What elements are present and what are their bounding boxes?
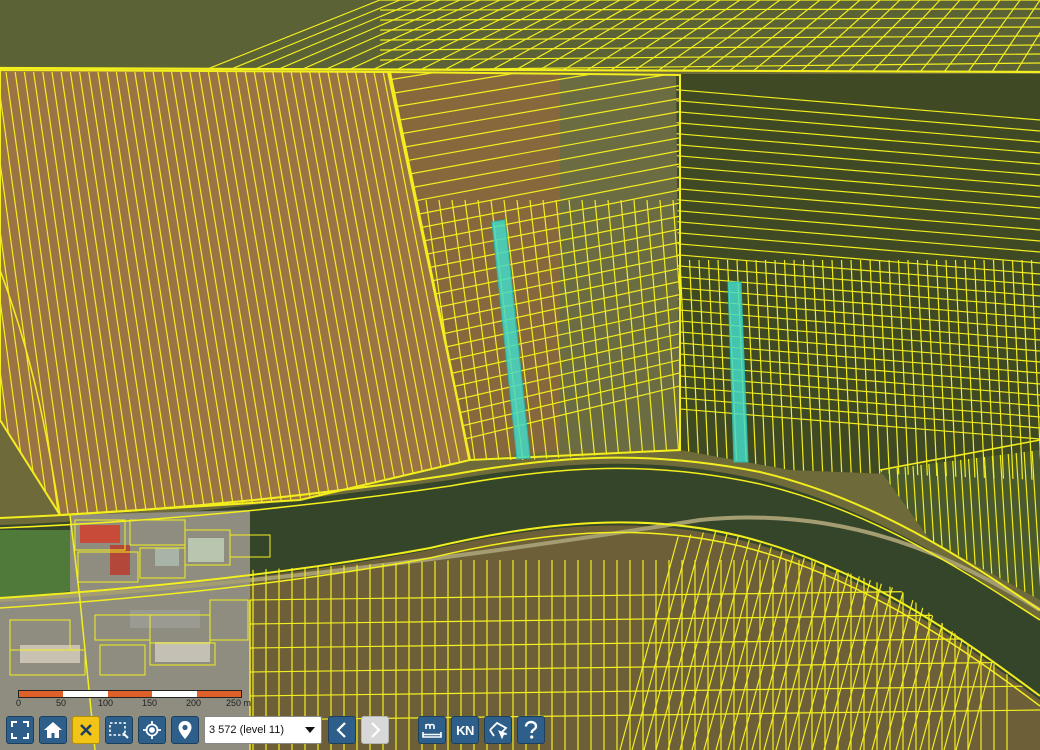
close-icon (80, 724, 92, 736)
scale-label: 0 (16, 698, 22, 708)
clear-selection-button[interactable] (72, 716, 100, 744)
polygon-icon (489, 721, 508, 740)
draw-polygon-button[interactable] (484, 716, 512, 744)
scale-label: 150 (142, 698, 158, 708)
scale-label: 50 (56, 698, 67, 708)
scale-label: 100 (98, 698, 114, 708)
place-marker-button[interactable] (171, 716, 199, 744)
fullscreen-button[interactable] (6, 716, 34, 744)
measure-icon (422, 723, 442, 738)
chevron-left-icon (336, 722, 346, 738)
cadastral-map[interactable] (0, 0, 1040, 750)
scale-label: 200 (186, 698, 202, 708)
zoom-level-select[interactable]: 3 572 (level 11) (204, 716, 322, 744)
scale-label: 250 m (226, 698, 252, 708)
scale-track (18, 690, 242, 698)
select-area-button[interactable] (105, 716, 133, 744)
scale-segment (19, 691, 64, 697)
locate-button[interactable] (138, 716, 166, 744)
chevron-down-icon (305, 727, 315, 733)
cadastre-kn-button[interactable]: KN (451, 716, 479, 744)
scale-segment (107, 691, 153, 697)
measure-button[interactable] (418, 716, 446, 744)
zoom-level-value: 3 572 (level 11) (209, 724, 285, 736)
select-area-icon (109, 722, 129, 739)
scale-bar: 0 50 100 150 200 250 m (14, 686, 251, 712)
chevron-right-icon (371, 722, 381, 738)
scale-segment (152, 691, 197, 697)
fullscreen-icon (11, 721, 29, 739)
help-icon (524, 720, 538, 739)
map-toolbar: 3 572 (level 11) KN (6, 714, 550, 746)
next-extent-button[interactable] (361, 716, 389, 744)
previous-extent-button[interactable] (328, 716, 356, 744)
home-button[interactable] (39, 716, 67, 744)
scale-segment (196, 691, 242, 697)
scale-labels: 0 50 100 150 200 250 m (14, 698, 254, 710)
locate-icon (143, 721, 161, 739)
scale-segment (63, 691, 108, 697)
map-marker-icon (178, 721, 192, 739)
help-button[interactable] (517, 716, 545, 744)
home-icon (44, 722, 62, 738)
